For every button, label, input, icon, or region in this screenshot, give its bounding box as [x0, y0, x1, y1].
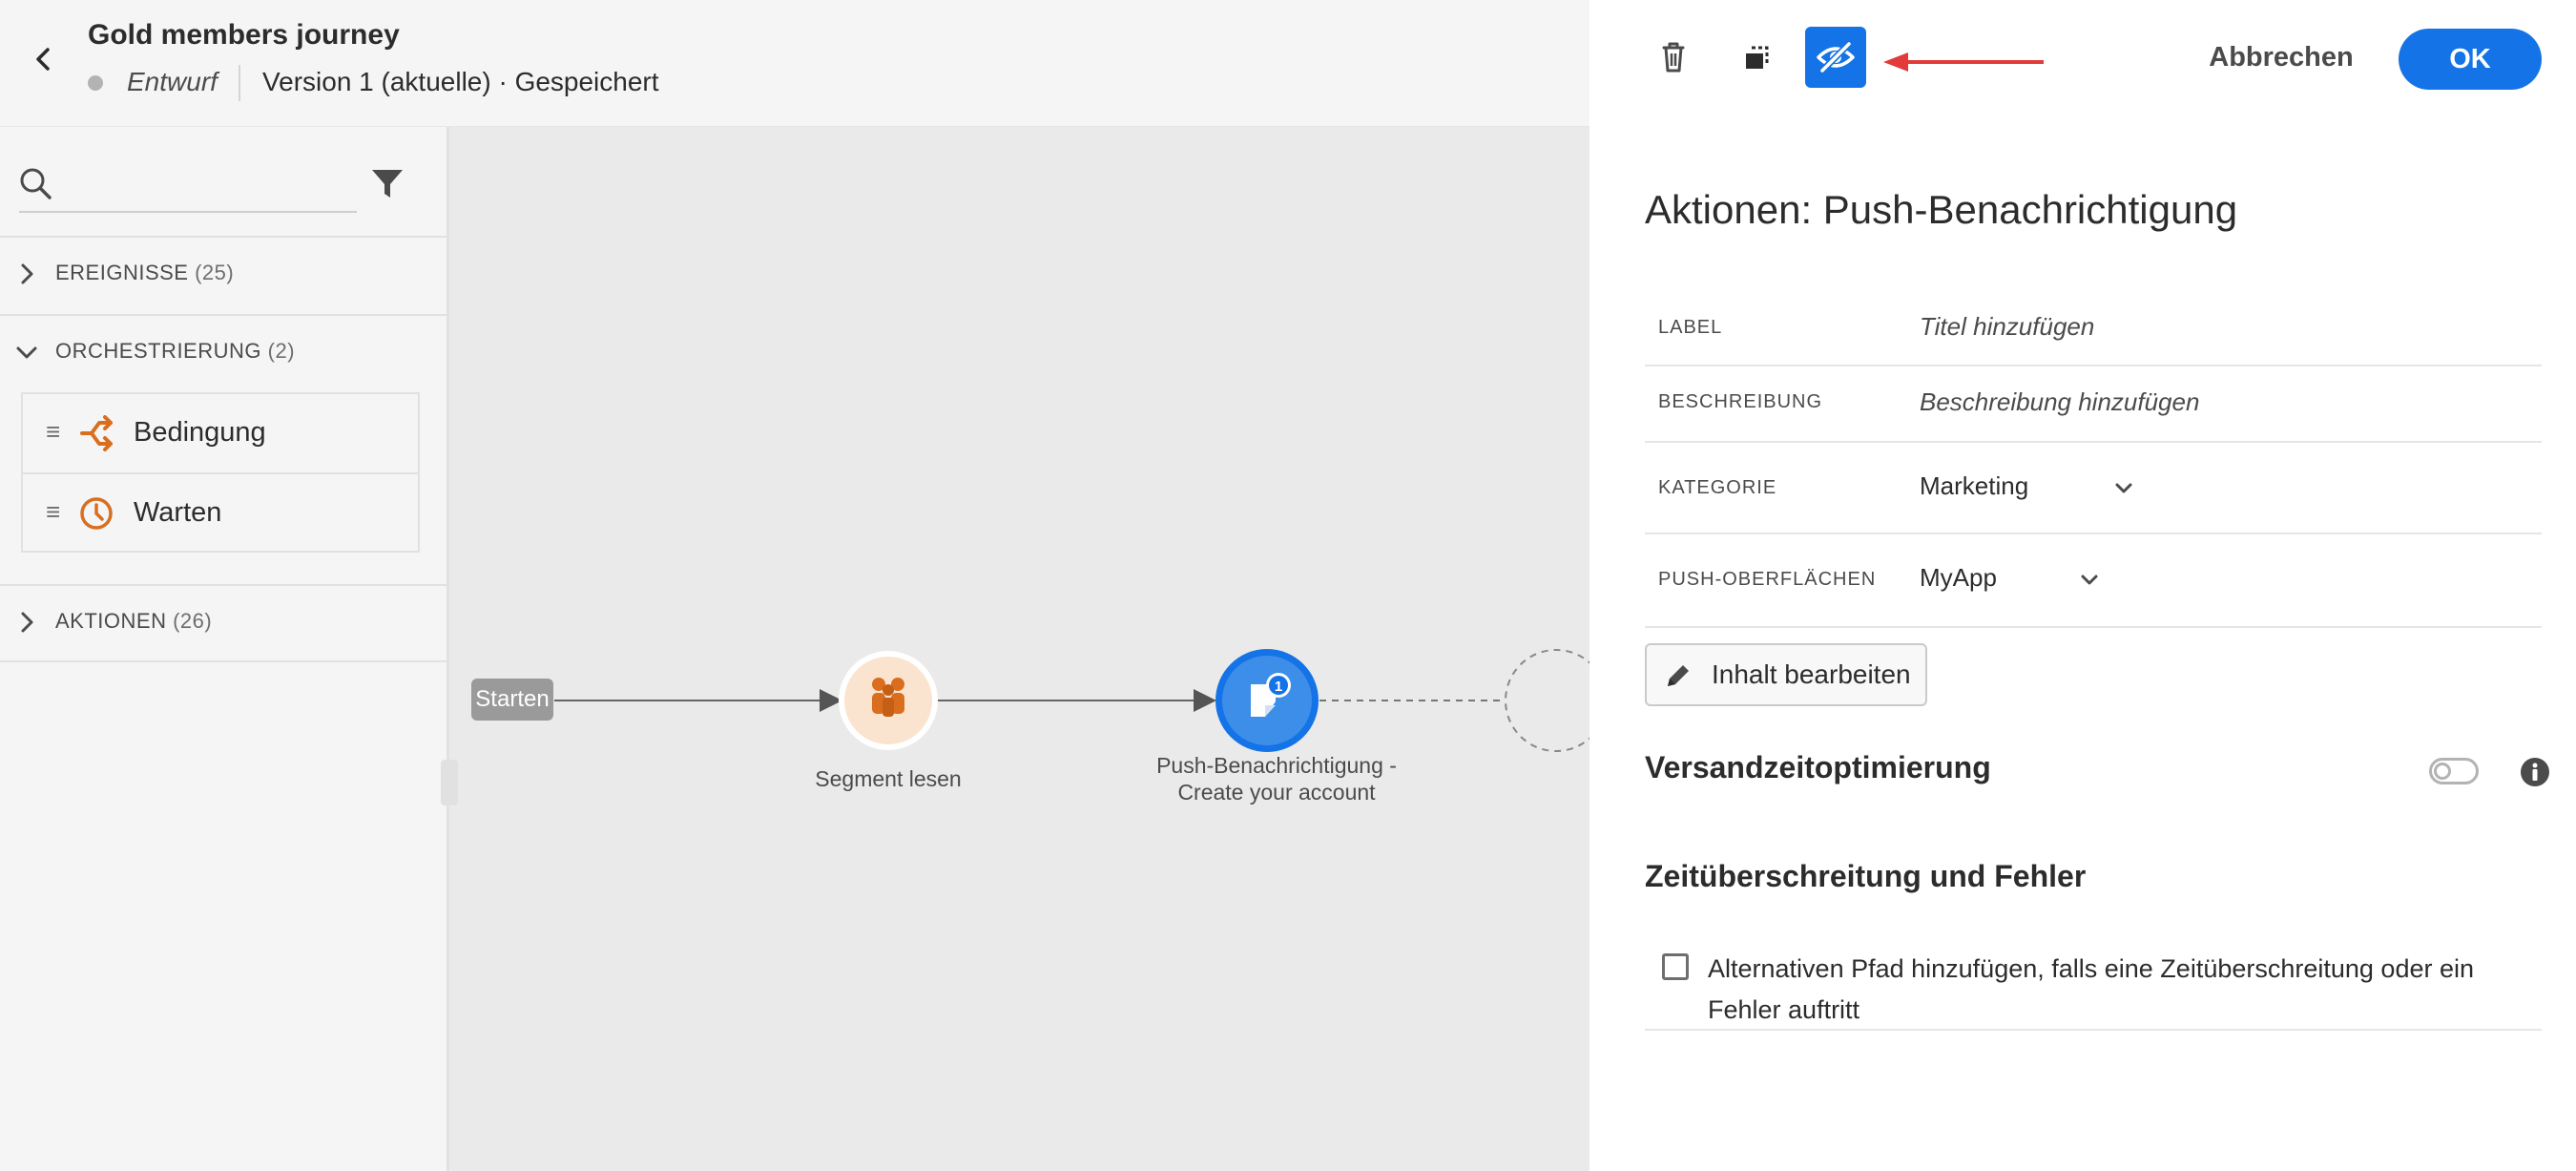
- chevron-down-icon[interactable]: [2078, 569, 2101, 592]
- activity-label: Bedingung: [134, 417, 266, 448]
- condition-icon: [80, 415, 113, 451]
- delete-button[interactable]: [1643, 27, 1704, 88]
- section-title: Versandzeitoptimierung: [1645, 750, 1991, 784]
- node-placeholder[interactable]: [1505, 649, 1589, 752]
- label-input[interactable]: Titel hinzufügen: [1920, 312, 2094, 342]
- checkbox-label[interactable]: Alternativen Pfad hinzufügen, falls eine…: [1708, 949, 2547, 1031]
- activity-palette: EREIGNISSE (25) ORCHESTRIERUNG (2) ≡ Bed…: [0, 127, 449, 1171]
- activity-label: Warten: [134, 497, 222, 528]
- journey-flow: 1: [554, 649, 1589, 752]
- node-label: Push-Benachrichtigung - Create your acco…: [1124, 752, 1429, 805]
- send-time-optimization-toggle[interactable]: [2429, 758, 2479, 784]
- timeout-path-checkbox[interactable]: [1662, 953, 1689, 980]
- button-label: Inhalt bearbeiten: [1712, 659, 1911, 689]
- version-text: Version 1 (aktuelle) · Gespeichert: [262, 67, 659, 96]
- property-push-surfaces: PUSH-OBERFLÄCHEN MyApp: [1645, 534, 2542, 628]
- status-text: Entwurf: [127, 67, 218, 96]
- back-arrow-icon[interactable]: [27, 38, 61, 80]
- activity-properties-panel: Abbrechen OK Aktionen: Push-Benachrichti…: [1589, 0, 2576, 1171]
- property-key: LABEL: [1658, 317, 1723, 338]
- property-key: BESCHREIBUNG: [1658, 391, 1823, 412]
- duplicate-button[interactable]: [1725, 27, 1786, 88]
- section-orchestration[interactable]: ORCHESTRIERUNG (2): [0, 316, 447, 388]
- property-key: PUSH-OBERFLÄCHEN: [1658, 569, 1877, 590]
- search-input[interactable]: [19, 156, 357, 213]
- panel-title: Aktionen: Push-Benachrichtigung: [1645, 187, 2238, 232]
- node-badge: 1: [1275, 679, 1282, 695]
- property-category: KATEGORIE Marketing: [1645, 443, 2542, 534]
- push-surface-select[interactable]: MyApp: [1920, 563, 1997, 593]
- drag-handle-icon[interactable]: ≡: [46, 417, 60, 447]
- orchestration-list: ≡ Bedingung ≡ Warten: [21, 392, 420, 553]
- chevron-right-icon: [21, 263, 33, 284]
- property-key: KATEGORIE: [1658, 477, 1777, 498]
- node-label: Segment lesen: [815, 766, 962, 791]
- trash-icon: [1662, 42, 1685, 73]
- section-events[interactable]: EREIGNISSE (25): [0, 238, 447, 310]
- chevron-down-icon[interactable]: [2112, 477, 2135, 500]
- drag-handle-icon[interactable]: ≡: [46, 497, 60, 527]
- node-push-notification[interactable]: 1: [1215, 649, 1319, 752]
- section-actions[interactable]: AKTIONEN (26): [0, 586, 447, 659]
- info-icon[interactable]: [2519, 756, 2551, 788]
- annotation-arrow: [1883, 52, 2044, 72]
- divider: [239, 65, 240, 101]
- property-description: BESCHREIBUNG Beschreibung hinzufügen: [1645, 366, 2542, 443]
- activity-condition[interactable]: ≡ Bedingung: [23, 394, 418, 472]
- property-label: LABEL Titel hinzufügen: [1645, 288, 2542, 366]
- section-title: Zeitüberschreitung und Fehler: [1645, 859, 2087, 893]
- divider: [0, 660, 447, 662]
- journey-title: Gold members journey: [88, 19, 400, 51]
- node-label-line: Create your account: [1177, 780, 1376, 805]
- node-label-line: Push-Benachrichtigung -: [1156, 753, 1397, 778]
- category-select[interactable]: Marketing: [1920, 471, 2028, 501]
- ok-button[interactable]: OK: [2399, 29, 2542, 90]
- search-icon: [20, 168, 52, 199]
- section-label: EREIGNISSE (25): [55, 261, 235, 284]
- clock-icon: [80, 497, 113, 530]
- eye-off-icon: [1817, 41, 1855, 73]
- filter-icon[interactable]: [368, 165, 406, 203]
- toggle-knob: [2434, 763, 2451, 780]
- description-input[interactable]: Beschreibung hinzufügen: [1920, 387, 2199, 417]
- start-node[interactable]: Starten: [471, 679, 553, 721]
- status-dot: [88, 75, 103, 91]
- section-label: ORCHESTRIERUNG (2): [55, 339, 296, 363]
- pencil-icon: [1668, 665, 1689, 686]
- activity-wait[interactable]: ≡ Warten: [23, 474, 418, 553]
- journey-header: Gold members journey Entwurf Version 1 (…: [0, 0, 1589, 127]
- cancel-button[interactable]: Abbrechen: [2200, 29, 2362, 86]
- node-read-segment[interactable]: [839, 651, 938, 750]
- divider: [1645, 1029, 2542, 1031]
- section-label: AKTIONEN (26): [55, 609, 213, 633]
- edit-content-button[interactable]: Inhalt bearbeiten: [1645, 643, 1927, 706]
- chevron-down-icon: [16, 346, 37, 359]
- duplicate-icon: [1746, 46, 1769, 69]
- hide-button[interactable]: [1805, 27, 1866, 88]
- chevron-right-icon: [21, 612, 33, 633]
